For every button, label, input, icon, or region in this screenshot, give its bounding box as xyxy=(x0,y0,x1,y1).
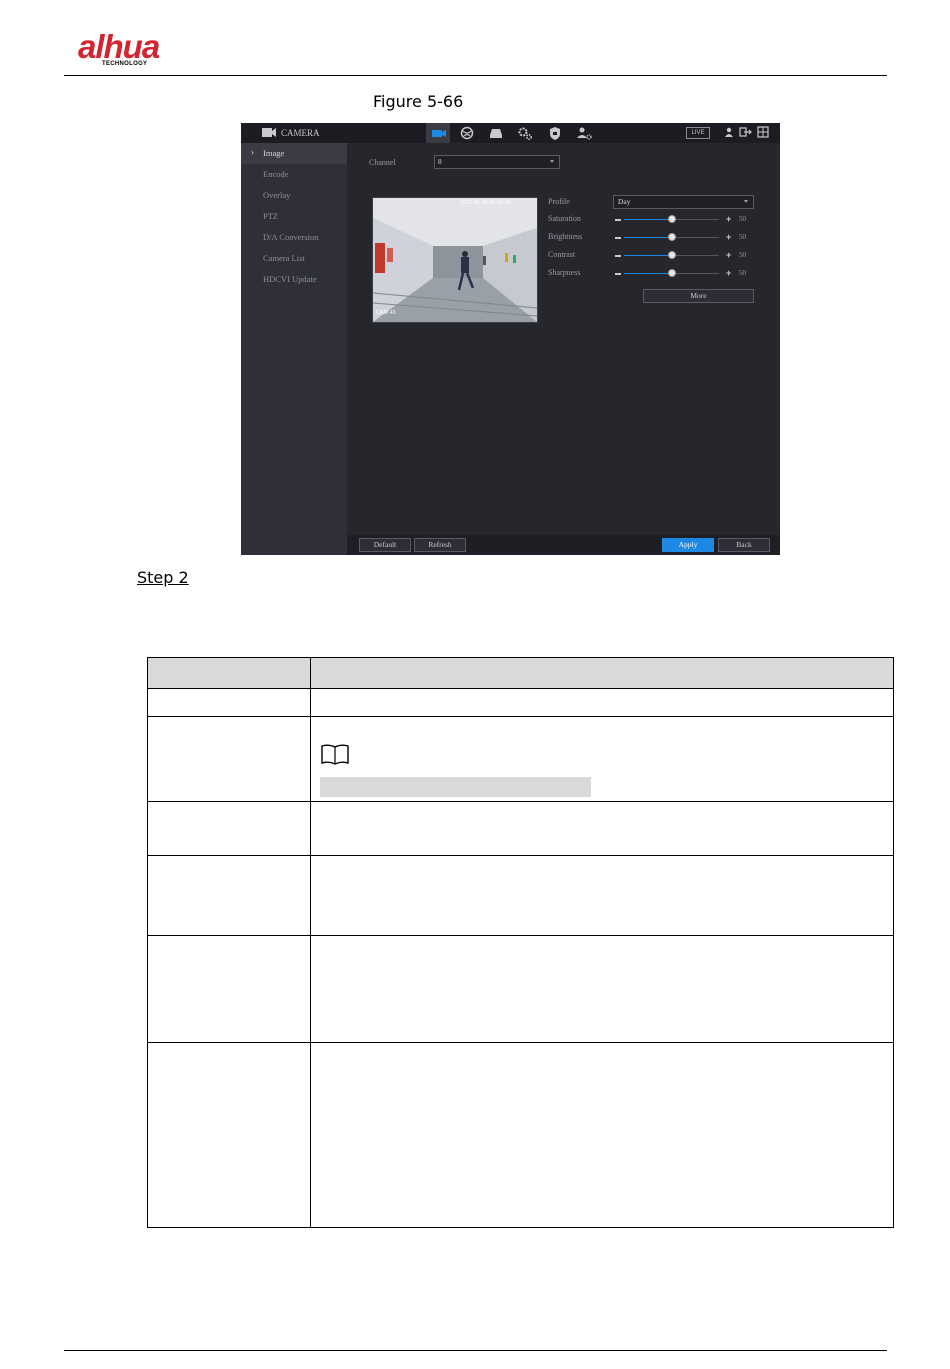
contrast-value: 50 xyxy=(739,251,746,259)
more-button[interactable]: More xyxy=(643,289,754,303)
apply-button[interactable]: Apply xyxy=(662,538,714,552)
header-divider xyxy=(64,75,887,76)
table-row-divider xyxy=(148,935,894,936)
user-icon[interactable] xyxy=(723,126,735,138)
sharpness-slider-handle[interactable] xyxy=(667,269,676,277)
preview-channel-tag: CAM 41 xyxy=(376,310,396,316)
sidebar-active-highlight xyxy=(241,143,347,164)
contrast-slider-handle[interactable] xyxy=(667,251,676,259)
plus-icon[interactable]: + xyxy=(726,251,731,260)
sidebar-item-da-conversion[interactable]: D/A Conversion xyxy=(263,232,319,242)
logout-icon[interactable] xyxy=(739,126,753,138)
table-row-divider xyxy=(148,855,894,856)
sidebar-item-ptz[interactable]: PTZ xyxy=(263,211,278,221)
brightness-label: Brightness xyxy=(548,232,583,241)
chevron-down-icon xyxy=(744,200,748,203)
table-border xyxy=(148,657,894,658)
table-row-divider xyxy=(148,1042,894,1043)
plus-icon[interactable]: + xyxy=(726,269,731,278)
sharpness-value: 50 xyxy=(739,269,746,277)
step-label: Step 2 xyxy=(137,568,189,587)
book-note-icon xyxy=(321,744,349,765)
preview-timestamp: 2017-11-06 09:33:36 xyxy=(460,200,511,206)
table-header xyxy=(148,658,893,688)
contrast-slider-fill xyxy=(624,255,672,256)
profile-label: Profile xyxy=(548,197,570,206)
network-icon[interactable] xyxy=(459,125,475,141)
logo-subtext: TECHNOLOGY xyxy=(102,61,148,67)
table-border xyxy=(893,657,894,1228)
system-settings-icon[interactable] xyxy=(517,125,533,141)
camera-icon xyxy=(262,128,276,137)
minus-icon[interactable] xyxy=(615,237,621,239)
brightness-slider-fill xyxy=(624,237,672,238)
contrast-label: Contrast xyxy=(548,250,576,259)
minus-icon[interactable] xyxy=(615,273,621,275)
multi-screen-icon[interactable] xyxy=(757,126,769,138)
channel-value: 8 xyxy=(438,157,442,166)
default-button[interactable]: Default xyxy=(359,538,411,552)
camera-preview-image xyxy=(372,197,538,323)
note-highlight xyxy=(320,777,591,797)
back-button[interactable]: Back xyxy=(718,538,770,552)
bottom-bar xyxy=(347,535,780,555)
sidebar xyxy=(241,143,347,555)
table-row-divider xyxy=(148,801,894,802)
table-row-divider xyxy=(148,688,894,689)
page-title: CAMERA xyxy=(281,128,320,138)
saturation-slider-handle[interactable] xyxy=(667,215,676,223)
sidebar-item-image[interactable]: Image xyxy=(263,148,284,158)
sharpness-label: Sharpness xyxy=(548,268,581,277)
sidebar-item-camera-list[interactable]: Camera List xyxy=(263,253,305,263)
brightness-slider-handle[interactable] xyxy=(667,233,676,241)
chevron-right-icon: › xyxy=(251,147,254,157)
footer-divider xyxy=(64,1350,887,1351)
figure-caption: Figure 5-66 xyxy=(373,92,464,111)
channel-label: Channel xyxy=(369,158,396,167)
refresh-button[interactable]: Refresh xyxy=(414,538,466,552)
sidebar-item-hdcvi-update[interactable]: HDCVI Update xyxy=(263,274,317,284)
account-settings-icon[interactable] xyxy=(576,125,592,141)
minus-icon[interactable] xyxy=(615,219,621,221)
table-border xyxy=(147,657,148,1228)
dvr-camera-settings-screenshot: CAMERA LIVE › Image Encode Overlay PTZ D… xyxy=(241,123,780,555)
saturation-value: 50 xyxy=(739,215,746,223)
plus-icon[interactable]: + xyxy=(726,233,731,242)
profile-select[interactable] xyxy=(613,195,754,209)
minus-icon[interactable] xyxy=(615,255,621,257)
profile-value: Day xyxy=(618,197,631,206)
camera-icon[interactable] xyxy=(431,125,447,141)
channel-select[interactable] xyxy=(434,155,560,169)
storage-icon[interactable] xyxy=(488,125,504,141)
plus-icon[interactable]: + xyxy=(726,215,731,224)
table-column-divider xyxy=(310,657,311,1228)
sidebar-item-overlay[interactable]: Overlay xyxy=(263,190,290,200)
security-shield-icon[interactable] xyxy=(547,125,563,141)
table-border xyxy=(148,1227,894,1228)
saturation-label: Saturation xyxy=(548,214,581,223)
live-view-button[interactable]: LIVE xyxy=(686,127,710,139)
chevron-down-icon xyxy=(550,160,554,163)
brightness-value: 50 xyxy=(739,233,746,241)
table-row-divider xyxy=(148,716,894,717)
sharpness-slider-fill xyxy=(624,273,672,274)
sidebar-item-encode[interactable]: Encode xyxy=(263,169,289,179)
saturation-slider-fill xyxy=(624,219,672,220)
